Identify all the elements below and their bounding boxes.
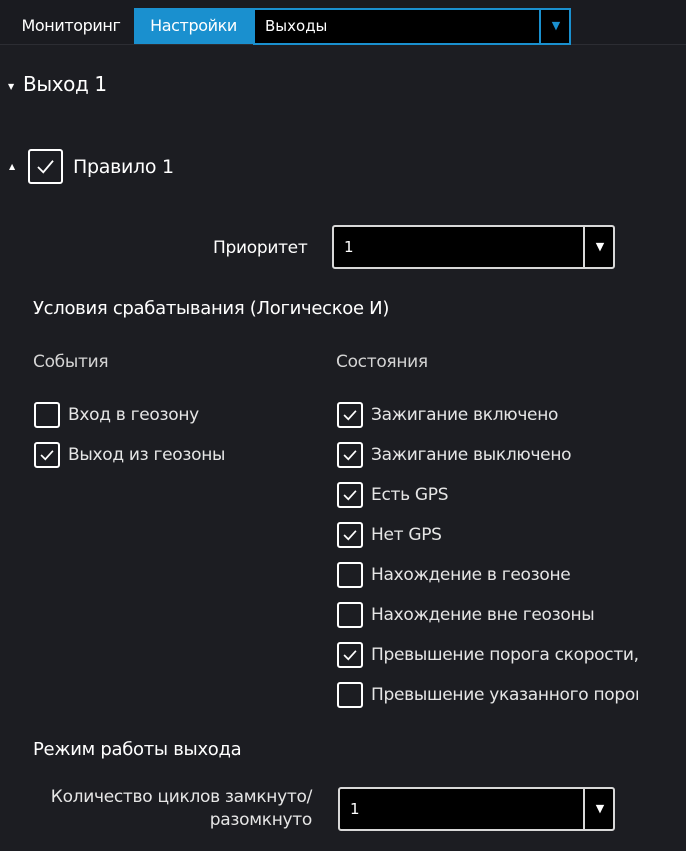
- state-checkbox[interactable]: [337, 562, 363, 588]
- event-label: Вход в геозону: [68, 405, 199, 425]
- output-title[interactable]: Выход 1: [23, 70, 107, 98]
- priority-select-value: 1: [344, 238, 354, 256]
- event-checkbox[interactable]: [34, 442, 60, 468]
- cycles-select-value: 1: [350, 800, 360, 818]
- state-label: Нет GPS: [371, 525, 442, 545]
- checkmark-icon: [343, 530, 357, 541]
- triangle-down-icon[interactable]: ▼: [587, 789, 613, 829]
- checkmark-icon: [40, 450, 54, 461]
- priority-select-divider: [583, 227, 585, 267]
- state-checkbox[interactable]: [337, 602, 363, 628]
- state-label: Нахождение вне геозоны: [371, 605, 595, 625]
- state-checkbox[interactable]: [337, 642, 363, 668]
- collapse-caret-up-icon[interactable]: ▲: [9, 162, 15, 171]
- state-label: Превышение указанного порога: [371, 685, 638, 705]
- checkmark-icon: [343, 410, 357, 421]
- event-label: Выход из геозоны: [68, 445, 226, 465]
- state-checkbox[interactable]: [337, 482, 363, 508]
- checkmark-icon: [339, 684, 361, 706]
- checkmark-icon: [339, 564, 361, 586]
- checkmark-icon: [36, 404, 58, 426]
- checkmark-icon: [37, 160, 54, 174]
- state-label: Нахождение в геозоне: [371, 565, 571, 585]
- state-checkbox[interactable]: [337, 682, 363, 708]
- priority-label: Приоритет: [213, 238, 308, 258]
- state-checkbox[interactable]: [337, 402, 363, 428]
- state-label: Есть GPS: [371, 485, 449, 505]
- checkmark-icon: [343, 650, 357, 661]
- event-checkbox[interactable]: [34, 402, 60, 428]
- triangle-down-icon[interactable]: ▼: [587, 227, 613, 267]
- app-root: Мониторинг Настройки Выходы ▼ ▼ Выход 1 …: [0, 0, 686, 851]
- conditions-heading: Условия срабатывания (Логическое И): [33, 298, 390, 319]
- events-heading: События: [33, 352, 109, 372]
- output-mode-heading: Режим работы выхода: [33, 739, 242, 760]
- state-label: Зажигание включено: [371, 405, 559, 425]
- cycles-label-line2: разомкнуто: [209, 810, 313, 830]
- checkmark-icon: [343, 490, 357, 501]
- cycles-select[interactable]: 1 ▼: [338, 787, 615, 831]
- checkmark-icon: [339, 604, 361, 626]
- state-label: Превышение порога скорости,: [371, 645, 638, 665]
- cycles-select-divider: [583, 789, 585, 829]
- state-checkbox[interactable]: [337, 442, 363, 468]
- states-heading: Состояния: [336, 352, 428, 372]
- settings-content: ▼ Выход 1 ▲ Правило 1 Приоритет 1 ▼ Усло…: [0, 0, 638, 851]
- checkmark-icon: [343, 450, 357, 461]
- state-checkbox[interactable]: [337, 522, 363, 548]
- priority-select[interactable]: 1 ▼: [332, 225, 615, 269]
- rule-enabled-checkbox[interactable]: [28, 149, 63, 184]
- cycles-label-line1: Количество циклов замкнуто/: [50, 787, 313, 807]
- collapse-caret-icon[interactable]: ▼: [8, 82, 14, 91]
- state-label: Зажигание выключено: [371, 445, 572, 465]
- rule-title: Правило 1: [73, 156, 174, 178]
